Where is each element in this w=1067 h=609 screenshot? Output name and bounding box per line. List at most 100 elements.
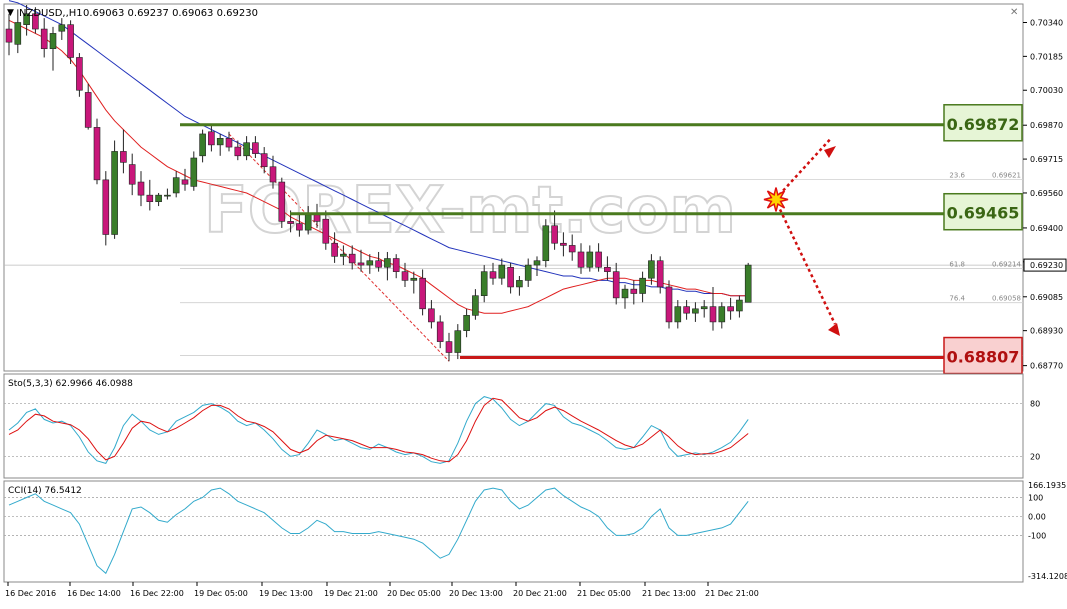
- candle-body: [234, 146, 242, 157]
- candle-body: [665, 286, 673, 323]
- candle-body: [287, 221, 294, 224]
- candle-body: [5, 28, 13, 43]
- time-tick-label: 20 Dec 05:00: [387, 589, 441, 598]
- symbol-label: NZDUSD,,H1: [19, 8, 83, 19]
- candle-body: [428, 308, 435, 323]
- candle-body: [366, 260, 374, 266]
- candle-body: [524, 264, 532, 281]
- ohlc-readout: 0.69063 0.69237 0.69063 0.69230: [83, 8, 258, 19]
- fib-level-percent: 23.6: [949, 172, 965, 180]
- candle-body: [40, 28, 48, 50]
- candle-body: [120, 151, 127, 163]
- time-tick-label: 21 Dec 21:00: [705, 589, 759, 598]
- cci-label: CCI(14) 76.5412: [8, 486, 82, 496]
- level-value-label: 0.69872: [947, 115, 1020, 134]
- level-value-label: 0.68807: [947, 348, 1020, 367]
- price-tick-label: 0.69085: [1030, 293, 1063, 302]
- candle-body: [692, 308, 699, 314]
- stochastic-label: Sto(5,3,3) 62.9966 46.0988: [8, 379, 133, 389]
- trading-chart[interactable]: 23.6 0.6962161.8 0.6921476.4 0.69058 FOREX-…: [0, 0, 1067, 605]
- candle-body: [577, 251, 585, 268]
- candle-body: [14, 22, 22, 45]
- candle-body: [586, 251, 594, 268]
- candle-body: [489, 271, 497, 279]
- cci-tick-label: -314.1208: [1028, 572, 1067, 581]
- candle-body: [480, 271, 488, 296]
- candle-body: [340, 253, 347, 257]
- candle-body: [736, 299, 743, 312]
- candle-body: [621, 288, 629, 299]
- candle-body: [181, 179, 189, 185]
- price-tick-label: 0.68770: [1030, 362, 1063, 371]
- candle-body: [718, 306, 726, 323]
- level-value-label: 0.69465: [947, 204, 1020, 223]
- price-tick-label: 0.69400: [1030, 224, 1063, 233]
- candle-body: [612, 271, 620, 299]
- candle-body: [384, 258, 391, 268]
- candle-body: [568, 245, 576, 253]
- candle-body: [744, 264, 752, 303]
- candle-body: [304, 214, 312, 231]
- candle-body: [727, 306, 734, 312]
- fib-level-percent: 61.8: [949, 261, 965, 269]
- candle-body: [199, 133, 206, 157]
- candle-body: [533, 260, 541, 266]
- current-price-label: 0.69230: [1030, 261, 1063, 270]
- candle-body: [322, 218, 330, 244]
- candle-body: [551, 225, 558, 244]
- candle-body: [709, 306, 717, 323]
- candle-body: [208, 131, 215, 146]
- candle-body: [93, 127, 101, 181]
- candle-body: [260, 153, 268, 168]
- candle-body: [172, 177, 180, 194]
- fib-level-percent: 76.4: [949, 295, 965, 303]
- candle-body: [604, 266, 611, 272]
- candle-body: [375, 260, 382, 268]
- candle-body: [639, 277, 646, 294]
- cci-tick-label: -100: [1028, 531, 1046, 540]
- candle-body: [472, 295, 479, 316]
- close-window-icon[interactable]: ✕: [1010, 7, 1018, 18]
- time-tick-label: 20 Dec 21:00: [513, 589, 567, 598]
- cci-tick-label: 0.00: [1028, 512, 1046, 521]
- candle-body: [111, 151, 118, 235]
- time-tick-label: 21 Dec 13:00: [642, 589, 696, 598]
- candle-body: [436, 321, 444, 342]
- fib-level-value: 0.69214: [992, 261, 1021, 269]
- time-tick-label: 20 Dec 13:00: [449, 589, 503, 598]
- price-tick-label: 0.70030: [1030, 86, 1063, 95]
- candle-body: [445, 341, 453, 353]
- candle-body: [137, 181, 145, 196]
- fib-level-value: 0.69058: [992, 295, 1021, 303]
- candle-body: [683, 306, 690, 314]
- candle-body: [146, 194, 154, 203]
- candle-body: [410, 277, 418, 281]
- time-tick-label: 16 Dec 2016: [5, 589, 56, 598]
- candle-body: [84, 92, 92, 128]
- time-tick-label: 19 Dec 21:00: [324, 589, 378, 598]
- candle-body: [278, 181, 286, 222]
- time-tick-label: 16 Dec 22:00: [130, 589, 184, 598]
- candle-body: [498, 264, 506, 279]
- price-tick-label: 0.70340: [1030, 18, 1063, 27]
- candle-body: [542, 225, 550, 262]
- breakout-burst-icon: [763, 187, 789, 212]
- price-tick-label: 0.70185: [1030, 52, 1063, 61]
- candle-body: [357, 262, 365, 266]
- candle-body: [516, 280, 523, 288]
- chart-menu-triangle-icon[interactable]: ▼: [7, 8, 14, 18]
- candle-body: [648, 260, 655, 279]
- candle-body: [348, 253, 356, 264]
- price-tick-label: 0.68930: [1030, 327, 1063, 336]
- price-tick-label: 0.69715: [1030, 155, 1063, 164]
- candle-body: [560, 242, 567, 246]
- cci-tick-label: 166.1935: [1028, 481, 1066, 490]
- candle-body: [656, 260, 664, 288]
- time-tick-label: 19 Dec 13:00: [259, 589, 313, 598]
- fib-level-value: 0.69621: [992, 172, 1021, 180]
- candle-body: [700, 306, 708, 310]
- candle-body: [243, 142, 250, 157]
- candle-body: [49, 33, 57, 50]
- cci-tick-label: 100: [1028, 494, 1043, 503]
- candle-body: [128, 164, 136, 185]
